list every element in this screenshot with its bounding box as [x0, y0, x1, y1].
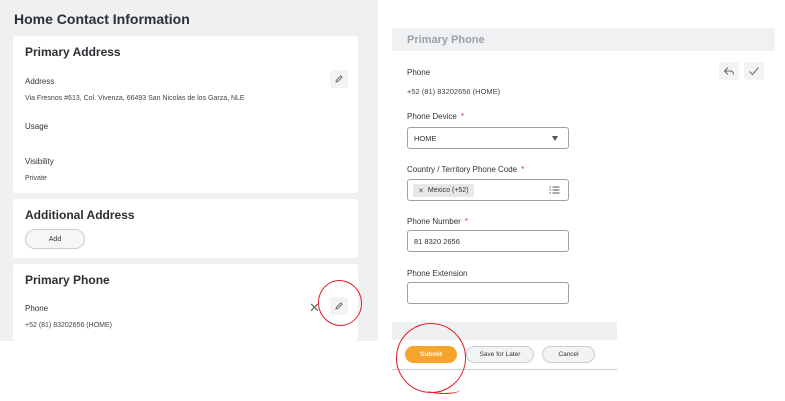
country-pill: ✕ Mexico (+52) — [413, 184, 474, 197]
required-asterisk: * — [464, 217, 468, 226]
edit-address-button[interactable] — [330, 70, 348, 88]
phone-label: Phone — [25, 304, 49, 313]
additional-address-title: Additional Address — [25, 208, 135, 222]
visibility-label: Visibility — [25, 157, 54, 166]
phone-number-input[interactable]: 81 8320 2656 — [407, 230, 569, 252]
remove-x-icon[interactable]: ✕ — [418, 187, 424, 195]
primary-phone-card: Primary Phone ✕ Phone +52 (81) 83202656 … — [13, 264, 358, 341]
phone-device-value: HOME — [414, 134, 437, 143]
checkmark-icon — [749, 67, 759, 76]
phone-label: Phone — [407, 68, 431, 77]
phone-number-label: Phone Number * — [407, 217, 468, 226]
annotation-stroke — [428, 386, 460, 394]
save-for-later-button[interactable]: Save for Later — [466, 346, 534, 363]
dropdown-arrow-icon — [552, 136, 558, 141]
prompt-list-icon[interactable] — [549, 185, 560, 195]
required-asterisk: * — [460, 112, 464, 121]
phone-value: +52 (81) 83202656 (HOME) — [407, 87, 501, 96]
phone-number-value: 81 8320 2656 — [414, 237, 460, 246]
primary-phone-title: Primary Phone — [25, 273, 110, 287]
country-code-label: Country / Territory Phone Code * — [407, 165, 525, 174]
cancel-button[interactable]: Cancel — [542, 346, 595, 363]
panel-header: Primary Phone — [392, 28, 775, 51]
usage-label: Usage — [25, 122, 49, 131]
phone-device-select[interactable]: HOME — [407, 127, 569, 149]
address-label: Address — [25, 77, 55, 86]
required-asterisk: * — [521, 165, 525, 174]
edit-primary-phone-panel: Primary Phone Phone +52 (81) 83202656 (H… — [392, 28, 775, 370]
phone-value: +52 (81) 83202656 (HOME) — [25, 322, 112, 329]
phone-device-label: Phone Device * — [407, 112, 464, 121]
primary-address-card: Primary Address Address Via Fresnos #613… — [13, 36, 358, 193]
address-value: Via Fresnos #613, Col. Vivenza, 66493 Sa… — [25, 95, 245, 102]
panel-title: Primary Phone — [407, 34, 485, 46]
phone-extension-label: Phone Extension — [407, 269, 468, 278]
page-title: Home Contact Information — [14, 11, 190, 27]
phone-extension-input[interactable] — [407, 282, 569, 304]
additional-address-card: Additional Address Add — [13, 199, 358, 258]
undo-icon — [723, 67, 734, 75]
save-check-button[interactable] — [744, 62, 764, 80]
country-pill-text: Mexico (+52) — [427, 187, 469, 194]
country-code-input[interactable]: ✕ Mexico (+52) — [407, 179, 569, 201]
add-address-button[interactable]: Add — [25, 229, 85, 249]
undo-button[interactable] — [719, 62, 739, 80]
edit-pencil-icon — [335, 75, 343, 83]
visibility-value: Private — [25, 175, 47, 182]
primary-address-title: Primary Address — [25, 45, 121, 59]
